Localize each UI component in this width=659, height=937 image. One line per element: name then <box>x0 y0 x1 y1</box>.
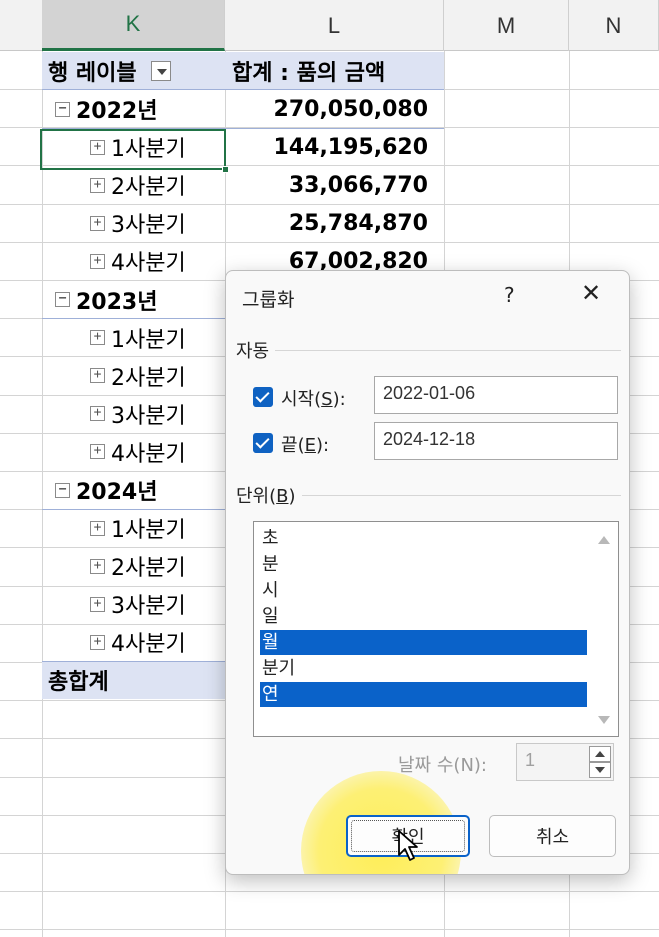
expand-plus-icon[interactable]: + <box>90 368 105 384</box>
end-mnemonic: E <box>304 435 316 456</box>
row-label: 3사분기 <box>111 403 186 429</box>
gridline <box>0 929 659 931</box>
unit-option[interactable]: 분 <box>260 552 587 577</box>
row-label: 2022년 <box>76 99 158 124</box>
expand-plus-icon[interactable]: + <box>90 558 105 574</box>
cancel-button[interactable]: 취소 <box>489 815 616 857</box>
collapse-minus-icon[interactable]: − <box>55 482 70 498</box>
row-label: 4사분기 <box>111 632 186 658</box>
row-label: 2023년 <box>76 289 158 315</box>
grand-total-label: 총합계 <box>48 670 109 695</box>
days-spinner[interactable]: 1 <box>516 743 614 781</box>
row-label: 2사분기 <box>111 556 186 582</box>
end-label-text: 끝 <box>281 435 298 456</box>
active-cell-outline <box>40 129 226 170</box>
expand-plus-icon[interactable]: + <box>90 596 105 612</box>
spin-down-icon[interactable] <box>589 762 611 778</box>
row-label: 2024년 <box>76 480 158 505</box>
pivot-value-header: 합계 : 품의 금액 <box>232 61 386 86</box>
unit-option[interactable]: 분기 <box>260 656 587 681</box>
auto-group-label: 자동 <box>236 337 276 363</box>
days-mnemonic: N <box>460 755 474 776</box>
expand-plus-icon[interactable]: + <box>90 406 105 422</box>
row-label-header-text: 행 레이블 <box>48 61 137 86</box>
start-label-text: 시작 <box>281 389 315 410</box>
row-label: 4사분기 <box>111 251 186 277</box>
grouping-dialog: 그룹화 ? ✕ 자동 시작(S): 2022-01-06 끝(E): 2024-… <box>225 270 630 875</box>
spin-up-icon[interactable] <box>589 746 611 762</box>
days-value: 1 <box>525 750 536 770</box>
row-value: 33,066,770 <box>288 172 428 198</box>
collapse-minus-icon[interactable]: − <box>55 292 70 307</box>
column-header-k[interactable]: K <box>42 0 225 51</box>
end-date-input[interactable]: 2024-12-18 <box>374 422 618 460</box>
end-label: 끝(E): <box>281 435 330 456</box>
start-date-input[interactable]: 2022-01-06 <box>374 376 618 414</box>
end-checkbox-checked-icon[interactable] <box>253 433 273 453</box>
start-mnemonic: S <box>321 389 333 410</box>
close-icon[interactable]: ✕ <box>576 279 606 309</box>
row-label: 4사분기 <box>111 441 186 467</box>
mouse-pointer-icon <box>398 830 418 861</box>
row-label: 1사분기 <box>111 518 186 544</box>
pivot-row-label-header[interactable]: 행 레이블 <box>48 52 175 90</box>
days-label-text: 날짜 수 <box>398 755 454 776</box>
scroll-down-icon[interactable] <box>598 716 610 724</box>
pivot-quarter-row[interactable]: +2사분기 <box>90 357 186 395</box>
pivot-quarter-row[interactable]: +4사분기 <box>90 623 186 661</box>
row-label: 3사분기 <box>111 594 186 620</box>
start-label: 시작(S): <box>281 389 346 410</box>
pivot-quarter-row[interactable]: +1사분기 <box>90 509 186 547</box>
row-value: 270,050,080 <box>273 96 428 122</box>
row-label: 2사분기 <box>111 365 186 391</box>
expand-plus-icon[interactable]: + <box>90 520 105 536</box>
pivot-quarter-row[interactable]: +4사분기 <box>90 242 186 280</box>
unit-option[interactable]: 연 <box>260 682 587 707</box>
unit-group-text: 단위 <box>236 486 270 507</box>
pivot-year-row[interactable]: −2022년 <box>55 90 157 128</box>
pivot-quarter-row[interactable]: +3사분기 <box>90 204 186 242</box>
days-label: 날짜 수(N): <box>398 755 487 776</box>
expand-plus-icon[interactable]: + <box>90 253 105 269</box>
start-checkbox-checked-icon[interactable] <box>253 387 273 407</box>
row-value: 144,195,620 <box>273 134 428 160</box>
unit-option[interactable]: 일 <box>260 604 587 629</box>
unit-group-label: 단위(B) <box>236 482 302 508</box>
column-header-l[interactable]: L <box>225 0 444 51</box>
pivot-quarter-row[interactable]: +3사분기 <box>90 585 186 623</box>
unit-option[interactable]: 월 <box>260 630 587 655</box>
column-header-row: K L M N <box>0 0 659 51</box>
pivot-quarter-row[interactable]: +3사분기 <box>90 395 186 433</box>
expand-plus-icon[interactable]: + <box>90 330 105 346</box>
pivot-quarter-row[interactable]: +2사분기 <box>90 166 186 204</box>
unit-mnemonic: B <box>276 486 289 507</box>
unit-listbox[interactable]: 초 분 시 일 월 분기 연 <box>253 521 619 737</box>
dialog-title: 그룹화 <box>242 289 295 311</box>
expand-plus-icon[interactable]: + <box>90 444 105 460</box>
expand-plus-icon[interactable]: + <box>90 215 105 231</box>
column-header-m[interactable]: M <box>444 0 569 51</box>
pivot-year-row[interactable]: −2023년 <box>55 281 157 319</box>
unit-option[interactable]: 초 <box>260 526 587 551</box>
row-label: 2사분기 <box>111 175 186 201</box>
pivot-quarter-row[interactable]: +1사분기 <box>90 319 186 357</box>
pivot-quarter-row[interactable]: +4사분기 <box>90 433 186 471</box>
expand-plus-icon[interactable]: + <box>90 634 105 650</box>
row-value: 25,784,870 <box>288 210 428 236</box>
fill-handle[interactable] <box>222 166 229 173</box>
row-label: 3사분기 <box>111 213 186 239</box>
collapse-minus-icon[interactable]: − <box>55 101 70 117</box>
pivot-year-row[interactable]: −2024년 <box>55 471 157 509</box>
row-label: 1사분기 <box>111 327 186 353</box>
pivot-quarter-row[interactable]: +2사분기 <box>90 547 186 585</box>
scroll-up-icon[interactable] <box>598 536 610 544</box>
group-divider <box>236 350 621 351</box>
expand-plus-icon[interactable]: + <box>90 177 105 193</box>
filter-dropdown-icon[interactable] <box>150 61 171 81</box>
help-icon[interactable]: ? <box>504 283 515 307</box>
unit-option[interactable]: 시 <box>260 578 587 603</box>
gridline <box>0 891 659 893</box>
column-header-n[interactable]: N <box>569 0 659 51</box>
